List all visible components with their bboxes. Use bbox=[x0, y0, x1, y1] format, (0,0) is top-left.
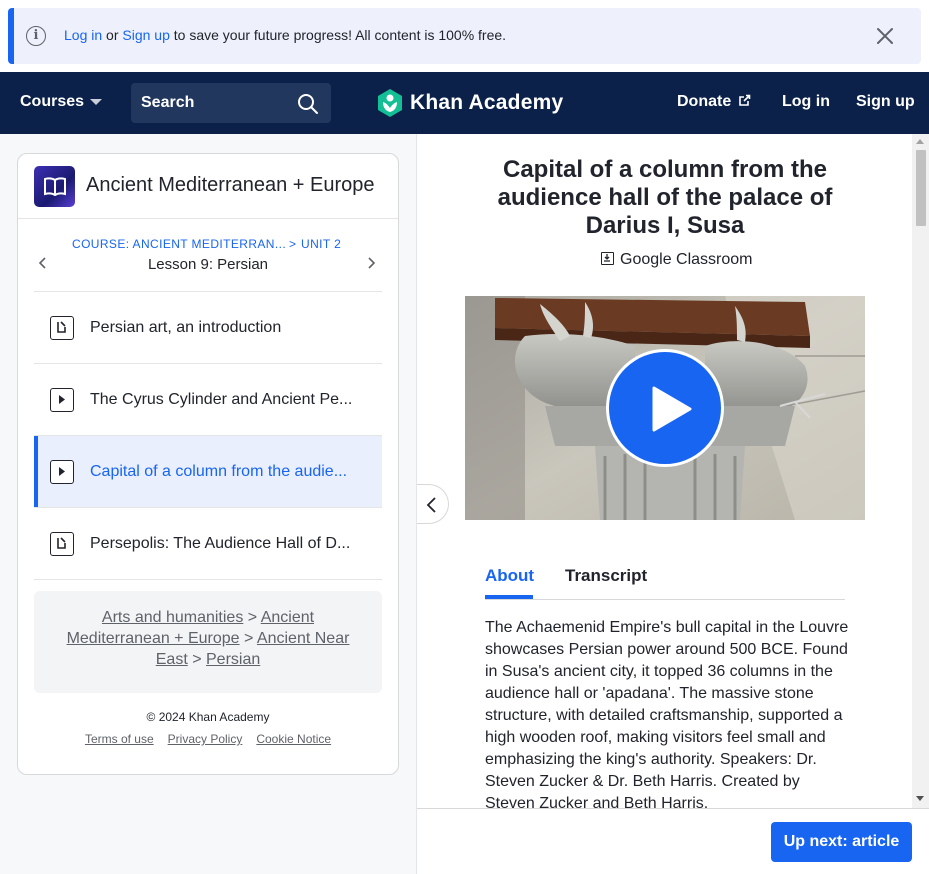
video-description: The Achaemenid Empire's bull capital in … bbox=[485, 619, 849, 808]
search-icon bbox=[298, 94, 318, 114]
classroom-icon bbox=[601, 252, 614, 265]
top-nav: Courses Search Khan Academy Donate Log i… bbox=[0, 72, 929, 134]
footer-links: Terms of use Privacy Policy Cookie Notice bbox=[18, 732, 398, 746]
page-title: Capital of a column from the audience ha… bbox=[497, 156, 833, 239]
list-item-label: The Cyrus Cylinder and Ancient Pe... bbox=[90, 391, 353, 408]
terms-link[interactable]: Terms of use bbox=[85, 732, 154, 746]
list-item-label: Capital of a column from the audie... bbox=[90, 463, 348, 480]
chevron-down-icon bbox=[90, 98, 103, 105]
list-item-label: Persepolis: The Audience Hall of D... bbox=[90, 535, 351, 552]
lesson-navigation: COURSE: ANCIENT MEDITERRAN... > UNIT 2 L… bbox=[18, 219, 398, 291]
list-item-cyrus-cylinder[interactable]: The Cyrus Cylinder and Ancient Pe... bbox=[34, 363, 382, 435]
chevron-left-icon bbox=[426, 497, 436, 513]
list-item-persian-art-intro[interactable]: Persian art, an introduction bbox=[34, 291, 382, 363]
search-label: Search bbox=[141, 94, 195, 111]
up-next-button[interactable]: Up next: article bbox=[771, 822, 912, 862]
info-icon: i bbox=[26, 26, 46, 46]
divider bbox=[34, 579, 382, 580]
video-player[interactable] bbox=[465, 296, 865, 520]
article-icon bbox=[50, 316, 74, 340]
khan-leaf-icon bbox=[378, 89, 402, 117]
tab-transcript[interactable]: Transcript bbox=[565, 566, 647, 586]
breadcrumb-arts-link[interactable]: Arts and humanities bbox=[102, 609, 243, 626]
logo-text: Khan Academy bbox=[410, 91, 564, 114]
scroll-up-arrow-icon[interactable] bbox=[916, 139, 924, 144]
banner-message-text: to save your future progress! All conten… bbox=[169, 27, 507, 43]
scrollbar[interactable] bbox=[912, 134, 929, 808]
chevron-right-icon[interactable] bbox=[364, 255, 378, 271]
lesson-content-list: Persian art, an introduction The Cyrus C… bbox=[34, 291, 382, 580]
play-icon bbox=[652, 386, 692, 432]
tab-about[interactable]: About bbox=[485, 566, 534, 586]
lesson-title: Lesson 9: Persian bbox=[147, 256, 269, 273]
bottom-bar: Up next: article bbox=[417, 808, 929, 874]
courses-menu-button[interactable]: Courses bbox=[20, 93, 103, 111]
google-classroom-button[interactable]: Google Classroom bbox=[601, 251, 753, 269]
privacy-link[interactable]: Privacy Policy bbox=[168, 732, 243, 746]
banner-message: Log in or Sign up to save your future pr… bbox=[64, 27, 506, 43]
donate-label: Donate bbox=[677, 93, 732, 110]
list-item-label: Persian art, an introduction bbox=[90, 319, 282, 336]
course-title: Ancient Mediterranean + Europe bbox=[86, 174, 375, 196]
scroll-area: Capital of a column from the audience ha… bbox=[417, 134, 914, 808]
video-play-icon bbox=[50, 388, 74, 412]
breadcrumb-separator: > bbox=[239, 630, 257, 647]
play-button[interactable] bbox=[606, 349, 724, 467]
banner-or-text: or bbox=[102, 27, 123, 43]
list-item-persepolis[interactable]: Persepolis: The Audience Hall of D... bbox=[34, 507, 382, 579]
content-tabs: About Transcript bbox=[485, 564, 845, 600]
lesson-sidebar: Ancient Mediterranean + Europe COURSE: A… bbox=[17, 153, 399, 775]
close-icon[interactable] bbox=[874, 25, 896, 47]
list-item-capital-column[interactable]: Capital of a column from the audie... bbox=[34, 435, 382, 508]
content-panel: Capital of a column from the audience ha… bbox=[416, 134, 929, 874]
tab-active-indicator bbox=[485, 595, 533, 599]
login-banner: i Log in or Sign up to save your future … bbox=[8, 8, 921, 64]
article-icon bbox=[50, 532, 74, 556]
classroom-label: Google Classroom bbox=[620, 251, 753, 268]
book-icon bbox=[44, 177, 66, 196]
topic-breadcrumb: Arts and humanities > Ancient Mediterran… bbox=[34, 591, 382, 693]
banner-signup-link[interactable]: Sign up bbox=[122, 27, 169, 43]
breadcrumb-separator: > bbox=[289, 237, 297, 251]
cookie-link[interactable]: Cookie Notice bbox=[256, 732, 331, 746]
breadcrumb-unit-link[interactable]: UNIT 2 bbox=[301, 237, 341, 251]
breadcrumb-course-link[interactable]: COURSE: ANCIENT MEDITERRAN... bbox=[72, 237, 286, 251]
breadcrumb-persian-link[interactable]: Persian bbox=[206, 651, 260, 668]
video-play-icon bbox=[50, 460, 74, 484]
banner-accent-stripe bbox=[8, 8, 14, 64]
search-input[interactable]: Search bbox=[131, 83, 331, 123]
external-link-icon bbox=[738, 94, 750, 106]
breadcrumb-separator: > bbox=[243, 609, 261, 626]
scroll-down-arrow-icon[interactable] bbox=[916, 796, 924, 801]
course-icon bbox=[34, 166, 75, 207]
login-link[interactable]: Log in bbox=[782, 93, 830, 111]
banner-login-link[interactable]: Log in bbox=[64, 27, 102, 43]
courses-label: Courses bbox=[20, 93, 85, 110]
signup-link[interactable]: Sign up bbox=[856, 93, 915, 111]
scroll-thumb[interactable] bbox=[916, 150, 926, 226]
donate-link[interactable]: Donate bbox=[677, 93, 751, 111]
breadcrumb-separator: > bbox=[187, 651, 206, 668]
copyright: © 2024 Khan Academy bbox=[146, 710, 270, 724]
